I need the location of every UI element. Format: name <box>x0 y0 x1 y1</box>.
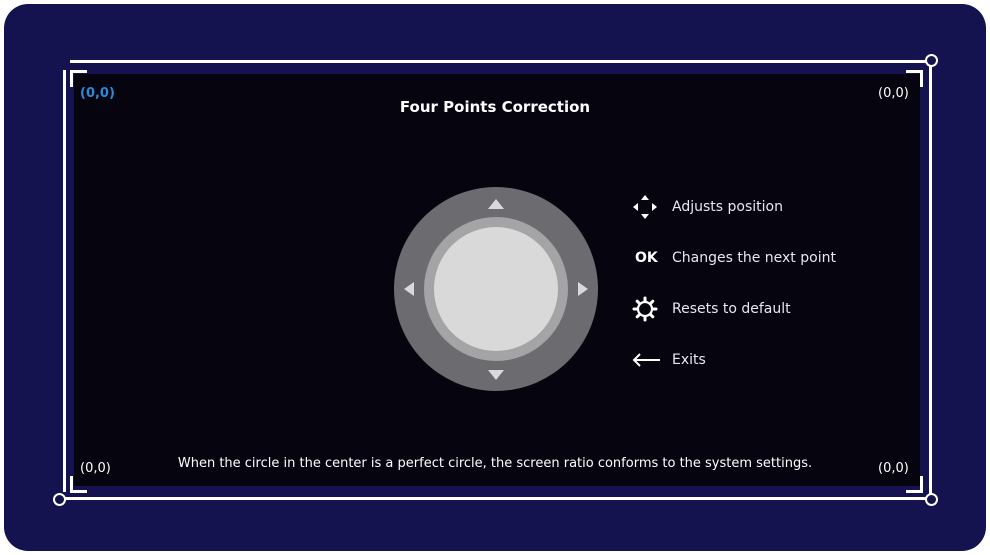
page-title: Four Points Correction <box>399 98 591 116</box>
legend-label: Resets to default <box>672 301 791 317</box>
ratio-center-circle <box>434 227 558 351</box>
four-direction-arrows-icon <box>630 194 664 220</box>
gear-icon <box>630 296 664 322</box>
instruction-text: When the circle in the center is a perfe… <box>177 456 813 471</box>
ok-key-icon: OK <box>635 250 658 266</box>
left-edge-line <box>63 70 66 492</box>
legend-adjust-position: Adjusts position <box>630 194 783 220</box>
legend-next-point: OK Changes the next point <box>630 245 836 271</box>
top-right-corner-handle[interactable] <box>925 54 938 67</box>
bottom-edge-line <box>64 497 927 500</box>
legend-exit: Exits <box>630 347 706 373</box>
direction-pad-graphic <box>394 187 598 391</box>
left-arrow-icon <box>404 282 414 296</box>
back-arrow-icon <box>630 347 664 373</box>
top-right-bracket <box>906 70 923 87</box>
bottom-left-corner-handle[interactable] <box>53 493 66 506</box>
top-left-bracket <box>70 70 87 87</box>
legend-label: Changes the next point <box>672 250 836 266</box>
legend-label: Exits <box>672 352 706 368</box>
ratio-ring <box>424 217 568 361</box>
up-arrow-icon <box>488 199 504 209</box>
down-arrow-icon <box>488 370 504 380</box>
right-edge-line <box>929 66 932 494</box>
bottom-right-corner-handle[interactable] <box>925 493 938 506</box>
right-arrow-icon <box>578 282 588 296</box>
legend-reset: Resets to default <box>630 296 791 322</box>
legend-label: Adjusts position <box>672 199 783 215</box>
bottom-left-bracket <box>70 476 87 493</box>
top-edge-line <box>70 60 927 63</box>
bottom-right-bracket <box>906 476 923 493</box>
